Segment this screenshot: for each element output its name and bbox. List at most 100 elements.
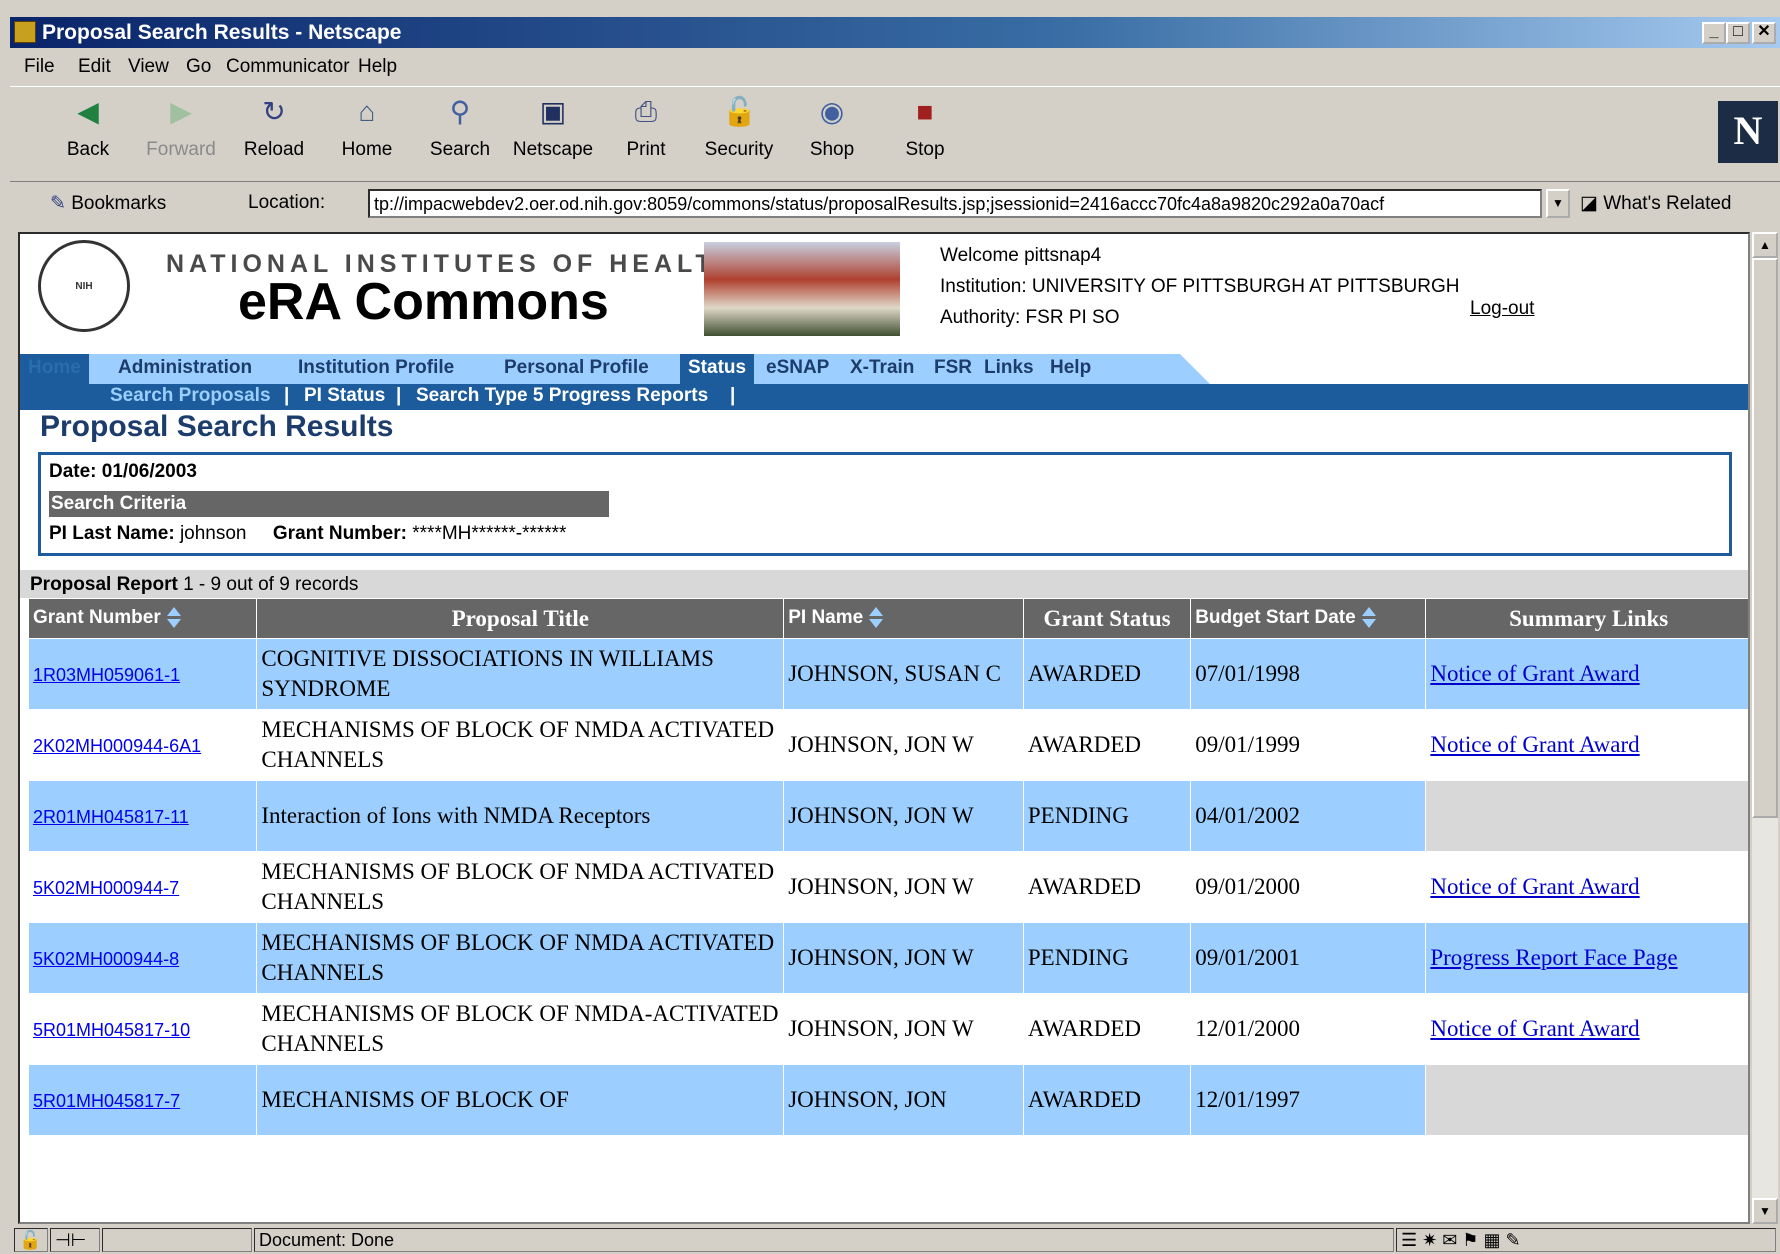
whats-related-button[interactable]: ◪ What's Related xyxy=(1580,192,1731,215)
grant-number-link[interactable]: 2K02MH000944-6A1 xyxy=(33,736,201,756)
stop-button[interactable]: ■ Stop xyxy=(877,95,973,161)
grant-status-cell: PENDING xyxy=(1022,922,1192,994)
shop-button[interactable]: ◉ Shop xyxy=(784,95,880,161)
bookmarks-button[interactable]: ✎ Bookmarks xyxy=(50,192,166,215)
close-button[interactable]: ✕ xyxy=(1752,22,1776,44)
grant-status-cell: AWARDED xyxy=(1022,851,1192,923)
proposal-title-cell: Interaction of Ions with NMDA Receptors xyxy=(256,780,785,852)
proposal-title-cell: MECHANISMS OF BLOCK OF NMDA-ACTIVATED CH… xyxy=(256,993,785,1065)
pi-name-cell: JOHNSON, JON W xyxy=(783,780,1024,852)
grant-status-cell: AWARDED xyxy=(1022,993,1192,1065)
menu-view[interactable]: View xyxy=(128,56,169,78)
grant-number-cell: 1R03MH059061-1 xyxy=(27,638,258,710)
netscape-button[interactable]: ▣ Netscape xyxy=(505,95,601,161)
nav-institution-profile[interactable]: Institution Profile xyxy=(298,354,454,384)
print-button[interactable]: ⎙ Print xyxy=(598,95,694,161)
budget-start-cell: 09/01/2000 xyxy=(1190,851,1427,923)
table-row: 5K02MH000944-7 MECHANISMS OF BLOCK OF NMD… xyxy=(27,851,1748,923)
grant-number-link[interactable]: 5R01MH045817-10 xyxy=(33,1020,190,1040)
nav-fsr[interactable]: FSR xyxy=(934,354,972,384)
security-lock-icon[interactable]: 🔓 xyxy=(14,1228,48,1252)
location-url-field[interactable]: tp://impacwebdev2.oer.od.nih.gov:8059/co… xyxy=(368,189,1542,218)
maximize-button[interactable]: □ xyxy=(1726,22,1750,44)
col-pi-name[interactable]: PI Name xyxy=(783,598,1024,639)
table-row: 5K02MH000944-8 MECHANISMS OF BLOCK OF NMD… xyxy=(27,922,1748,994)
grant-number-cell: 5K02MH000944-8 xyxy=(27,922,258,994)
subnav-pi-status[interactable]: PI Status xyxy=(304,384,385,408)
logout-link[interactable]: Log-out xyxy=(1470,298,1534,320)
col-summary-links: Summary Links xyxy=(1425,598,1748,639)
grant-number-link[interactable]: 1R03MH059061-1 xyxy=(33,665,180,685)
scroll-down-button[interactable]: ▼ xyxy=(1752,1198,1778,1224)
sort-arrows-icon[interactable] xyxy=(1361,607,1376,629)
subnav-search-type5[interactable]: Search Type 5 Progress Reports xyxy=(416,384,708,408)
security-button[interactable]: 🔓 Security xyxy=(691,95,787,161)
pi-name-cell: JOHNSON, JON xyxy=(783,1064,1024,1136)
pi-name-cell: JOHNSON, JON W xyxy=(783,993,1024,1065)
nih-seal-logo: NIH xyxy=(38,240,130,332)
grant-number-link[interactable]: 2R01MH045817-11 xyxy=(33,807,189,827)
menu-go[interactable]: Go xyxy=(186,56,211,78)
table-row: 5R01MH045817-7 MECHANISMS OF BLOCK OF JOHN… xyxy=(27,1064,1748,1136)
minimize-button[interactable]: _ xyxy=(1702,22,1726,44)
grant-number-link[interactable]: 5K02MH000944-8 xyxy=(33,949,179,969)
back-arrow-icon: ◀ xyxy=(77,96,99,127)
connection-icon: ⊣⊢ xyxy=(50,1228,100,1252)
back-button[interactable]: ◀ Back xyxy=(40,95,136,161)
summary-link[interactable]: Notice of Grant Award xyxy=(1430,874,1639,899)
reload-button[interactable]: ↻ Reload xyxy=(226,95,322,161)
search-icon: ⚲ xyxy=(449,96,471,127)
nav-esnap[interactable]: eSNAP xyxy=(766,354,829,384)
menu-edit[interactable]: Edit xyxy=(78,56,111,78)
menu-communicator[interactable]: Communicator xyxy=(226,56,350,78)
grant-number-link[interactable]: 5K02MH000944-7 xyxy=(33,878,179,898)
menu-file[interactable]: File xyxy=(24,56,55,78)
netscape-logo[interactable]: N xyxy=(1718,101,1778,163)
table-row: 5R01MH045817-10 MECHANISMS OF BLOCK OF NM… xyxy=(27,993,1748,1065)
nav-links[interactable]: Links xyxy=(984,354,1034,384)
nav-administration[interactable]: Administration xyxy=(118,354,252,384)
main-nav: Home Administration Institution Profile … xyxy=(20,354,1748,384)
proposal-results-table: Grant Number Proposal Title PI Name Gran… xyxy=(27,598,1748,1136)
nav-status[interactable]: Status xyxy=(680,354,755,384)
nav-x-train[interactable]: X-Train xyxy=(850,354,914,384)
summary-link[interactable]: Notice of Grant Award xyxy=(1430,1016,1639,1041)
budget-start-cell: 09/01/2001 xyxy=(1190,922,1427,994)
summary-links-cell: Progress Report Face Page xyxy=(1425,922,1748,994)
summary-link[interactable]: Notice of Grant Award xyxy=(1430,732,1639,757)
nav-help[interactable]: Help xyxy=(1050,354,1091,384)
proposal-title-cell: MECHANISMS OF BLOCK OF NMDA ACTIVATED CH… xyxy=(256,709,785,781)
search-criteria-box: Date: 01/06/2003 Search Criteria PI Last… xyxy=(38,452,1732,556)
nav-personal-profile[interactable]: Personal Profile xyxy=(504,354,649,384)
report-caption: Proposal Report 1 - 9 out of 9 records xyxy=(20,570,1748,598)
summary-link[interactable]: Progress Report Face Page xyxy=(1430,945,1677,970)
subnav-search-proposals[interactable]: Search Proposals xyxy=(110,384,271,408)
location-dropdown-button[interactable]: ▼ xyxy=(1546,189,1570,218)
table-header-row: Grant Number Proposal Title PI Name Gran… xyxy=(27,598,1748,639)
nav-home[interactable]: Home xyxy=(20,354,89,384)
grant-status-cell: PENDING xyxy=(1022,780,1192,852)
search-button[interactable]: ⚲ Search xyxy=(412,95,508,161)
grant-number-cell: 5K02MH000944-7 xyxy=(27,851,258,923)
search-criteria-heading: Search Criteria xyxy=(49,491,609,517)
sub-nav: Search Proposals | PI Status | Search Ty… xyxy=(20,384,1748,410)
scroll-up-button[interactable]: ▲ xyxy=(1752,232,1778,258)
summary-links-cell: Notice of Grant Award xyxy=(1425,638,1748,710)
forward-button[interactable]: ▶ Forward xyxy=(133,95,229,161)
proposal-title-cell: MECHANISMS OF BLOCK OF NMDA ACTIVATED CH… xyxy=(256,851,785,923)
col-grant-status: Grant Status xyxy=(1022,598,1192,639)
scroll-thumb[interactable] xyxy=(1752,258,1778,818)
summary-link[interactable]: Notice of Grant Award xyxy=(1430,661,1639,686)
menu-help[interactable]: Help xyxy=(358,56,397,78)
grant-number-link[interactable]: 5R01MH045817-7 xyxy=(33,1091,180,1111)
sort-arrows-icon[interactable] xyxy=(166,607,181,629)
col-budget-start-date[interactable]: Budget Start Date xyxy=(1190,598,1427,639)
col-grant-number[interactable]: Grant Number xyxy=(27,598,258,639)
vertical-scrollbar[interactable]: ▲ ▼ xyxy=(1752,232,1778,1224)
home-button[interactable]: ⌂ Home xyxy=(319,95,415,161)
sort-arrows-icon[interactable] xyxy=(869,607,884,629)
grant-number-cell: 2R01MH045817-11 xyxy=(27,780,258,852)
component-bar-icons[interactable]: ☰ ✷ ✉ ⚑ ▦ ✎ xyxy=(1396,1228,1776,1252)
page-title: Proposal Search Results xyxy=(40,410,394,443)
table-row: 1R03MH059061-1 COGNITIVE DISSOCIATIONS IN… xyxy=(27,638,1748,710)
